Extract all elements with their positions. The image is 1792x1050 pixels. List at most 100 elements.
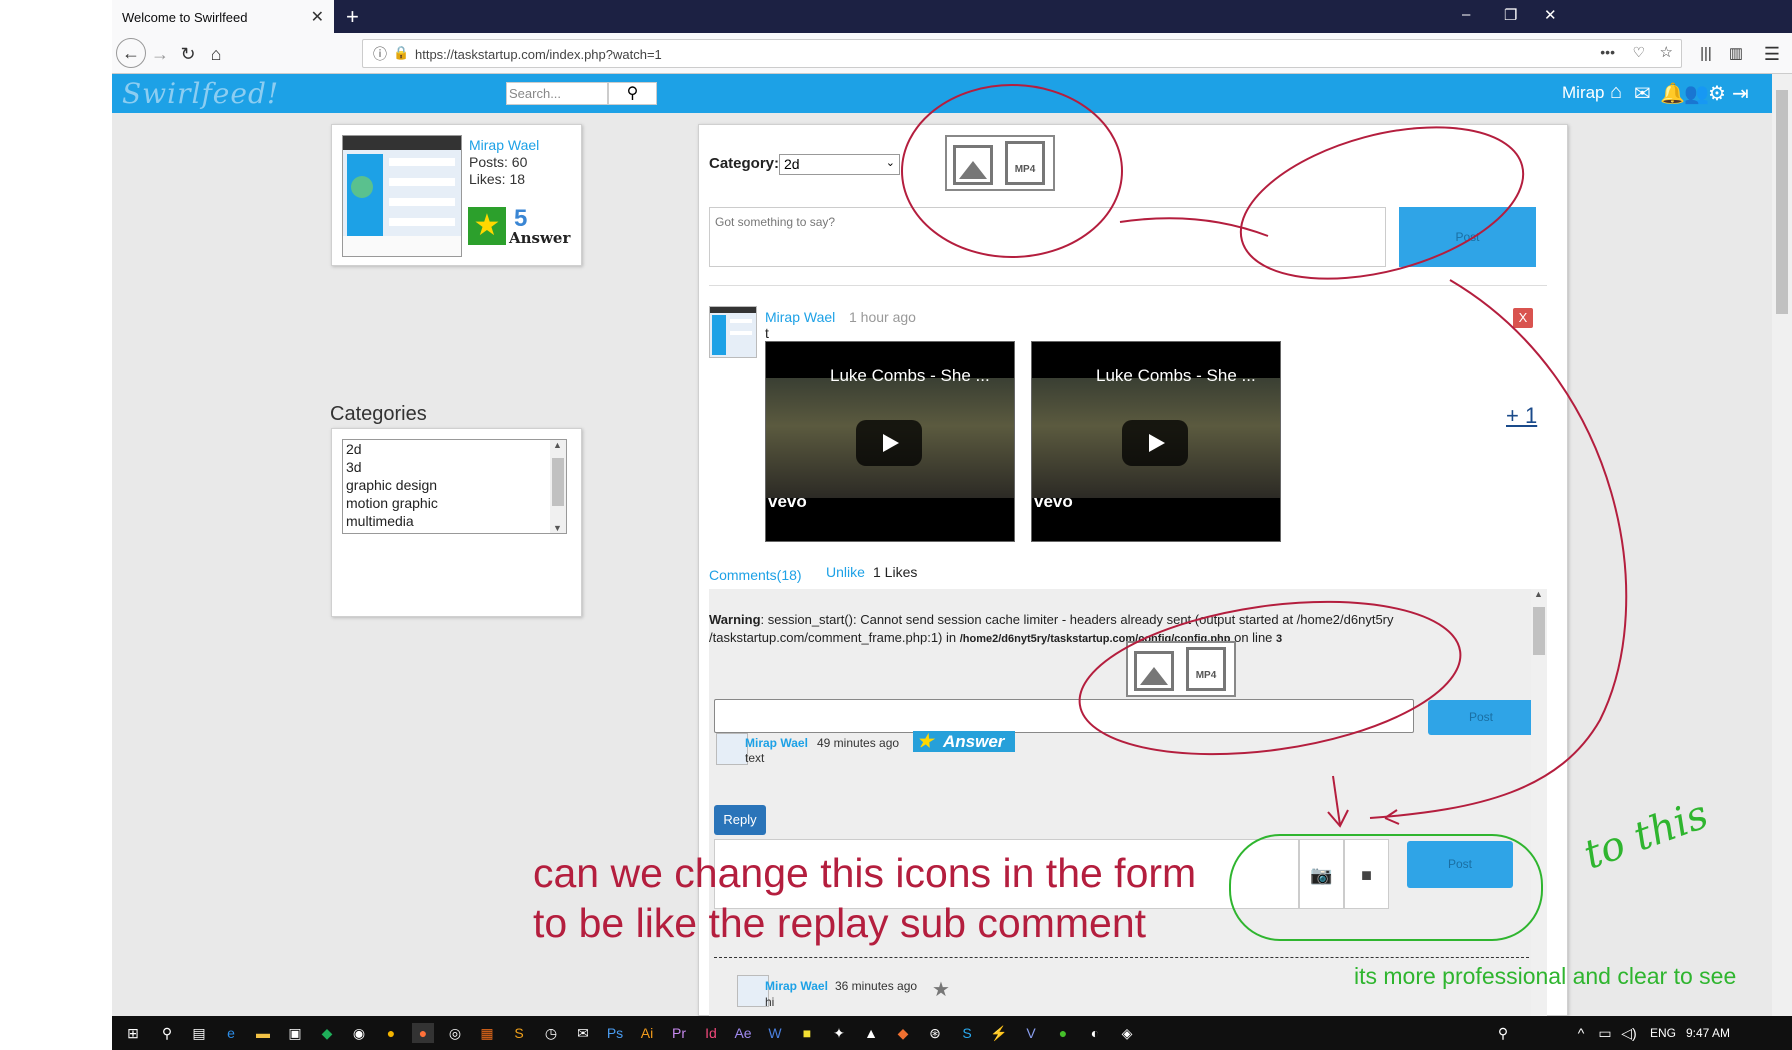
app-icon[interactable]: V <box>1020 1023 1042 1043</box>
answer-badge[interactable]: ★ Answer <box>913 731 1015 752</box>
comment-textarea[interactable] <box>714 699 1414 733</box>
app-icon[interactable]: ▦ <box>476 1023 498 1043</box>
word-icon[interactable]: W <box>764 1023 786 1043</box>
category-item[interactable]: motion graphic <box>343 494 566 512</box>
library-icon[interactable]: ||| <box>1692 40 1720 68</box>
chrome-icon[interactable]: ● <box>380 1023 402 1043</box>
scroll-up-icon[interactable]: ▲ <box>553 440 562 450</box>
back-button[interactable]: ← <box>116 38 146 68</box>
comment-avatar[interactable] <box>716 733 748 765</box>
unlike-link[interactable]: Unlike <box>826 564 865 580</box>
category-item[interactable]: 2d <box>343 440 566 458</box>
page-actions-icon[interactable]: ••• <box>1600 44 1615 60</box>
photoshop-icon[interactable]: Ps <box>604 1023 626 1043</box>
language-indicator[interactable]: ENG <box>1650 1026 1676 1040</box>
tab-active[interactable]: Welcome to Swirlfeed ✕ <box>112 0 334 33</box>
skype-icon[interactable]: S <box>956 1023 978 1043</box>
close-window-button[interactable]: ✕ <box>1544 6 1557 24</box>
categories-scrollbar-thumb[interactable] <box>552 458 564 506</box>
post-textarea[interactable]: Got something to say? <box>709 207 1386 267</box>
mp4-upload-icon[interactable]: MP4 <box>1186 647 1226 691</box>
mp4-upload-icon[interactable]: MP4 <box>1005 141 1045 185</box>
volume-icon[interactable]: ◁) <box>1618 1023 1640 1043</box>
video-title[interactable]: Luke Combs - She ... <box>830 366 990 386</box>
network-icon[interactable]: ▭ <box>1594 1023 1616 1043</box>
search-input[interactable]: Search... <box>506 82 608 105</box>
app-icon[interactable]: ◆ <box>892 1023 914 1043</box>
comment-author[interactable]: Mirap Wael <box>745 736 808 750</box>
post-author[interactable]: Mirap Wael <box>765 309 835 325</box>
app-icon[interactable]: ● <box>1052 1023 1074 1043</box>
app-icon[interactable]: ◈ <box>1116 1023 1138 1043</box>
premiere-icon[interactable]: Pr <box>668 1023 690 1043</box>
file-explorer-icon[interactable]: ▬ <box>252 1023 274 1043</box>
video-camera-icon[interactable]: ■ <box>1344 839 1389 909</box>
play-icon[interactable] <box>856 420 922 466</box>
search-button[interactable]: ⚲ <box>608 82 657 105</box>
page-scrollbar[interactable] <box>1772 74 1792 1016</box>
play-icon[interactable] <box>1122 420 1188 466</box>
page-scrollbar-thumb[interactable] <box>1776 90 1788 314</box>
scroll-down-icon[interactable]: ▼ <box>553 523 562 533</box>
scroll-up-icon[interactable]: ▲ <box>1534 589 1543 599</box>
tab-close-icon[interactable]: ✕ <box>311 7 324 27</box>
delete-post-button[interactable]: X <box>1513 308 1533 328</box>
category-item[interactable]: 3d <box>343 458 566 476</box>
url-bar[interactable]: ⓘ 🔒 https://taskstartup.com/index.php?wa… <box>362 39 1682 68</box>
minimize-button[interactable]: – <box>1462 6 1470 23</box>
windows-start-icon[interactable]: ⊞ <box>122 1023 144 1043</box>
category-item[interactable]: multimedia <box>343 512 566 530</box>
task-view-icon[interactable]: ▤ <box>188 1023 210 1043</box>
profile-avatar[interactable] <box>342 135 462 257</box>
after-effects-icon[interactable]: Ae <box>732 1023 754 1043</box>
plus-one-link[interactable]: + 1 <box>1506 403 1537 429</box>
site-logo[interactable]: Swirlfeed! <box>122 77 279 110</box>
category-item[interactable]: graphic design <box>343 476 566 494</box>
edge-icon[interactable]: e <box>220 1023 242 1043</box>
reply-post-button[interactable]: Post <box>1407 841 1513 888</box>
comment-scrollbar[interactable]: ▲ <box>1531 589 1547 1017</box>
star-icon[interactable]: ★ <box>932 977 950 1002</box>
pocket-icon[interactable]: ♡ <box>1632 44 1645 61</box>
sidebar-icon[interactable]: ▥ <box>1722 40 1750 68</box>
maps-icon[interactable]: ◉ <box>348 1023 370 1043</box>
home-icon[interactable]: ⌂ <box>1610 81 1622 104</box>
friends-icon[interactable]: 👥 <box>1684 81 1709 106</box>
camera-icon[interactable]: 📷 <box>1299 839 1344 909</box>
comment-scrollbar-thumb[interactable] <box>1533 607 1545 655</box>
video-embed[interactable]: Luke Combs - She ... vevo <box>765 341 1015 542</box>
info-icon[interactable]: ⓘ <box>373 44 387 64</box>
home-button[interactable]: ⌂ <box>202 40 230 68</box>
people-icon[interactable]: ⚲ <box>1492 1023 1514 1043</box>
clock-icon[interactable]: ◷ <box>540 1023 562 1043</box>
search-icon[interactable]: ⚲ <box>156 1023 178 1043</box>
tray-chevron-icon[interactable]: ^ <box>1570 1023 1592 1043</box>
clock[interactable]: 9:47 AM <box>1686 1026 1730 1040</box>
app-icon[interactable]: ⚡ <box>988 1023 1010 1043</box>
reload-button[interactable]: ↻ <box>174 40 202 68</box>
menu-icon[interactable]: ☰ <box>1758 40 1786 68</box>
categories-listbox[interactable]: 2d 3d graphic design motion graphic mult… <box>342 439 567 534</box>
bell-icon[interactable]: 🔔 <box>1660 81 1685 106</box>
steam-icon[interactable]: ⊛ <box>924 1023 946 1043</box>
header-user-link[interactable]: Mirap <box>1562 83 1605 103</box>
profile-name[interactable]: Mirap Wael <box>469 137 539 153</box>
comments-link[interactable]: Comments(18) <box>709 567 802 583</box>
bookmark-star-icon[interactable]: ☆ <box>1660 43 1673 61</box>
image-upload-icon[interactable] <box>1134 651 1174 691</box>
illustrator-icon[interactable]: Ai <box>636 1023 658 1043</box>
reply-button[interactable]: Reply <box>714 805 766 835</box>
shield-icon[interactable]: ◆ <box>316 1023 338 1043</box>
comment-author[interactable]: Mirap Wael <box>765 979 828 993</box>
app-icon[interactable]: ▲ <box>860 1023 882 1043</box>
post-author-avatar[interactable] <box>709 306 757 358</box>
forward-button[interactable]: → <box>146 40 174 68</box>
post-button[interactable]: Post <box>1399 207 1536 267</box>
new-tab-button[interactable]: + <box>346 4 359 30</box>
sticky-notes-icon[interactable]: ■ <box>796 1023 818 1043</box>
gear-icon[interactable]: ⚙ <box>1708 81 1726 106</box>
mail-icon[interactable]: ✉ <box>572 1023 594 1043</box>
indesign-icon[interactable]: Id <box>700 1023 722 1043</box>
mail-icon[interactable]: ✉ <box>1634 81 1651 106</box>
app-icon[interactable]: ◐ <box>1084 1023 1106 1043</box>
